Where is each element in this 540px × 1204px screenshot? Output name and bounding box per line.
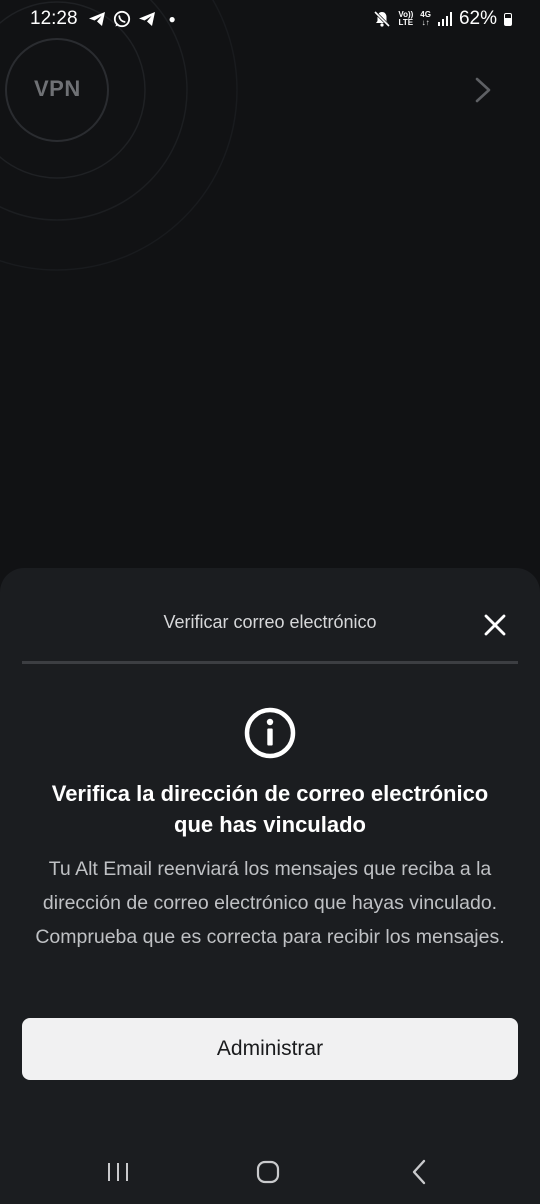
telegram-icon (88, 12, 105, 26)
home-button[interactable] (248, 1154, 288, 1190)
network-arrows: ↓↑ (421, 18, 430, 27)
battery-percent: 62% (458, 8, 497, 29)
back-button[interactable] (400, 1154, 440, 1190)
vpn-rings-decoration (0, 0, 238, 271)
signal-icon (437, 12, 452, 26)
network-indicator: 4G ↓↑ (420, 11, 431, 27)
administrar-button[interactable]: Administrar (22, 1018, 518, 1080)
whatsapp-icon (113, 10, 130, 28)
chevron-right-icon[interactable] (472, 74, 496, 106)
status-left: 12:28 ● (30, 8, 176, 30)
sheet-description: Tu Alt Email reenviará los mensajes que … (35, 858, 505, 948)
status-bar: 12:28 ● Vo)) LTE 4G ↓↑ 62% (0, 0, 540, 38)
status-time: 12:28 (30, 8, 78, 29)
mute-icon (374, 10, 391, 28)
sheet-title: Verificar correo electrónico (163, 612, 377, 632)
battery-icon (504, 12, 512, 26)
verify-email-sheet: Verificar correo electrónico Verifica la… (0, 568, 540, 1204)
telegram-icon (138, 12, 155, 26)
info-icon (244, 707, 296, 759)
sheet-heading: Verifica la dirección de correo electrón… (51, 781, 489, 837)
close-button[interactable] (478, 608, 512, 642)
notification-dot: ● (168, 12, 176, 26)
navigation-bar (0, 1140, 540, 1204)
vpn-label[interactable]: VPN (34, 76, 81, 102)
volte-indicator: Vo)) LTE (398, 11, 413, 27)
volte-bottom: LTE (398, 18, 414, 27)
back-icon (412, 1159, 426, 1185)
close-icon (484, 614, 506, 636)
home-icon (256, 1160, 280, 1184)
screen: 12:28 ● Vo)) LTE 4G ↓↑ 62% VPN Verificar… (0, 0, 540, 1204)
recent-apps-icon (108, 1163, 128, 1181)
recent-apps-button[interactable] (98, 1154, 138, 1190)
divider (22, 661, 518, 664)
status-right: Vo)) LTE 4G ↓↑ 62% (373, 8, 512, 30)
